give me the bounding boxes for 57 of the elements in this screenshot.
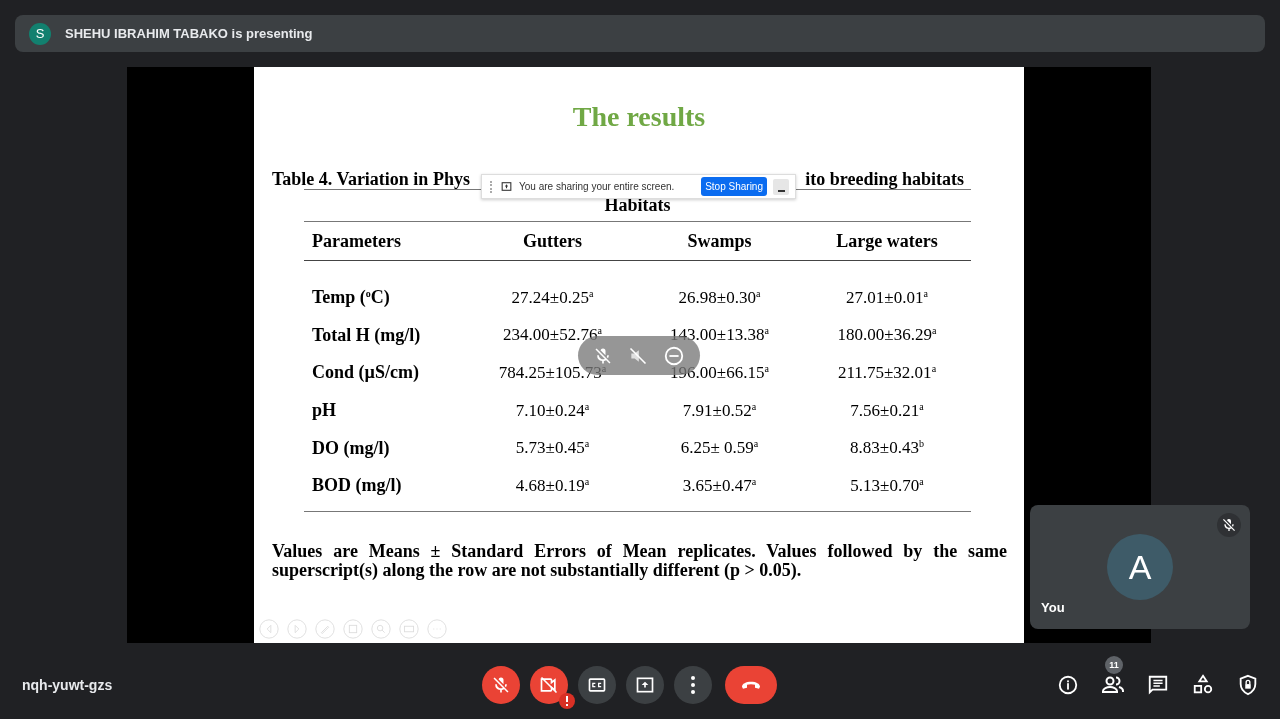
parameter-cell-text: Cond (µS/cm) [311, 362, 420, 384]
table-footnote: Values are Means ± Standard Errors of Mean replicates. Values followed by the same superscript(s) along the row are not substantially different (p > 0.05). [272, 541, 1007, 580]
table-cell-text: 6.25± 0.59$^{a}$ [679, 438, 760, 459]
table-cell-text: 27.24±0.25$^{a}$ [510, 287, 595, 308]
muted-speaker-icon [628, 345, 648, 366]
table-caption: ito breeding habitats [805, 169, 964, 189]
captions-icon [587, 675, 607, 695]
table-cell-text: 4.68±0.19$^{a}$ [514, 475, 591, 496]
table-cell-text: 211.75±32.01$^{a}$ [836, 363, 938, 383]
minus-circle-icon [663, 344, 685, 367]
camera-button[interactable] [530, 666, 568, 704]
presenter-avatar: S [29, 22, 51, 45]
participant-name: You [1041, 600, 1065, 615]
table-cell-text: 234.00±52.76$^{a}$ [502, 325, 603, 346]
camera-off-icon [539, 675, 559, 695]
parameter-cell-text: pH [311, 400, 337, 422]
table-cell-text: 7.10±0.24$^{a}$ [514, 400, 591, 421]
minimize-icon[interactable] [773, 178, 789, 195]
slide-title: The results [571, 100, 707, 133]
parameter-cell-text: DO (mg/l) [311, 437, 391, 459]
phone-hangup-icon [741, 681, 761, 689]
meeting-code: nqh-yuwt-gzs [22, 677, 114, 693]
drag-handle-icon[interactable] [490, 180, 494, 193]
table-cell-text: 5.13±0.70$^{a}$ [849, 475, 925, 496]
column-header: Large waters [835, 230, 939, 252]
captions-button[interactable] [578, 666, 616, 704]
microphone-button[interactable] [482, 666, 520, 704]
table-cell-text: 27.01±0.01$^{a}$ [845, 287, 929, 308]
share-screen-icon [500, 180, 513, 193]
present-screen-icon [635, 675, 655, 695]
parameter-cell-text: BOD (mg/l) [311, 475, 403, 497]
group-heading: Habitats [604, 195, 671, 215]
table-cell-text: 3.65±0.47$^{a}$ [681, 475, 758, 496]
participant-count-badge: 11 [1105, 656, 1123, 674]
table-cell-text: 7.56±0.21$^{a}$ [849, 400, 925, 421]
column-header: Parameters [311, 230, 402, 252]
table-caption: Table 4. Variation in Phys [272, 169, 470, 189]
leave-call-button[interactable] [725, 666, 777, 704]
parameter-cell-text: Temp ($^{o}$C) [311, 287, 391, 309]
sharing-notice-text: You are sharing your entire screen. [519, 181, 676, 192]
present-button[interactable] [626, 666, 664, 704]
table-cell-text: 5.73±0.45$^{a}$ [514, 438, 591, 459]
table-cell-text: 143.00±13.38$^{a}$ [669, 325, 770, 346]
table-cell-text: 26.98±0.30$^{a}$ [677, 287, 762, 308]
table-cell-text: 180.00±36.29$^{a}$ [836, 325, 938, 346]
presenting-label: SHEHU IBRAHIM TABAKO is presenting [65, 26, 313, 41]
participant-avatar: A [1107, 534, 1173, 600]
parameter-cell-text: Total H (mg/l) [311, 324, 422, 346]
column-header: Swamps [686, 230, 753, 252]
mic-off-icon [491, 675, 511, 695]
table-cell-text: 7.91±0.52$^{a}$ [681, 400, 758, 421]
table-cell-text: 196.00±66.15$^{a}$ [669, 363, 770, 383]
stop-sharing-button[interactable]: Stop Sharing [701, 177, 767, 196]
more-icon [691, 676, 695, 694]
column-header: Gutters [522, 230, 583, 252]
more-options-button[interactable] [674, 666, 712, 704]
table-cell-text: 8.83±0.43$^{b}$ [849, 438, 925, 459]
